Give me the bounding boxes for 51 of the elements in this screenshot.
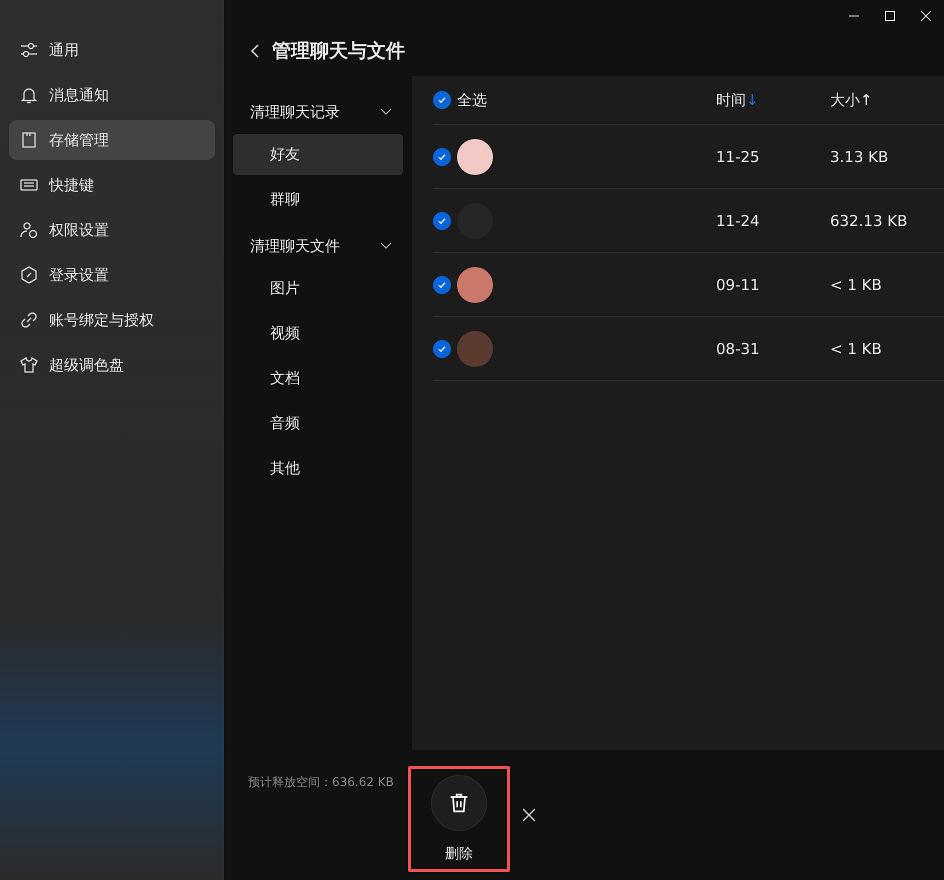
sidebar-item[interactable]: 消息通知 [9,75,215,115]
page-title: 管理聊天与文件 [272,39,405,64]
size-cell-text: < 1 KB [830,340,883,358]
hexagon-icon [19,265,39,285]
row-checkbox[interactable] [433,212,451,230]
estimated-space-text: 预计释放空间：636.62 KB [248,774,395,791]
time-cell-text: 08-31 [716,340,761,358]
close-icon[interactable] [920,10,932,22]
delete-label: 删除 [445,845,473,863]
time-cell-text: 11-25 [716,148,761,166]
avatar-placeholder [457,330,493,366]
close-icon[interactable] [522,808,536,822]
select-all-label: 全选 [457,90,487,110]
select-all-checkbox[interactable] [433,91,451,109]
size-cell-text: < 1 KB [830,276,883,294]
size-cell-text: 632.13 KB [830,212,908,230]
nav-group-header[interactable]: 清理聊天记录 [224,90,412,134]
sidebar-item[interactable]: 存储管理 [9,120,215,160]
sidebar-item[interactable]: 超级调色盘 [9,345,215,385]
column-header[interactable]: 大小↑ [830,90,944,110]
nav-item[interactable]: 文档 [233,358,403,399]
sidebar-item[interactable]: 账号绑定与授权 [9,300,215,340]
shirt-icon [19,355,39,375]
sidebar-item[interactable]: 权限设置 [9,210,215,250]
nav-item[interactable]: 群聊 [233,179,403,220]
link-icon [19,310,39,330]
sidebar-item[interactable]: 快捷键 [9,165,215,205]
size-cell-text: 3.13 KB [830,148,890,166]
nav-item[interactable]: 其他 [233,448,403,489]
chevron-icon [380,242,392,250]
back-icon[interactable] [250,43,260,59]
sort-arrow: ↑ [860,90,873,108]
avatar-placeholder [457,266,493,302]
row-checkbox[interactable] [433,276,451,294]
nav-group-header[interactable]: 清理聊天文件 [224,224,412,268]
row-checkbox[interactable] [433,340,451,358]
avatar-placeholder [457,138,493,174]
sliders-icon [19,40,39,60]
time-cell-text: 09-11 [716,276,761,294]
time-cell-text: 11-24 [716,212,761,230]
nav-item[interactable]: 图片 [233,268,403,309]
column-header[interactable]: 时间↓ [716,90,830,110]
nav-item[interactable]: 视频 [233,313,403,354]
sidebar-item[interactable]: 通用 [9,30,215,70]
maximize-icon[interactable] [884,10,896,22]
chevron-icon [380,108,392,116]
nav-item[interactable]: 音频 [233,403,403,444]
nav-item[interactable]: 好友 [233,134,403,175]
row-checkbox[interactable] [433,148,451,166]
sort-arrow: ↓ [746,90,759,108]
sidebar-item[interactable]: 登录设置 [9,255,215,295]
